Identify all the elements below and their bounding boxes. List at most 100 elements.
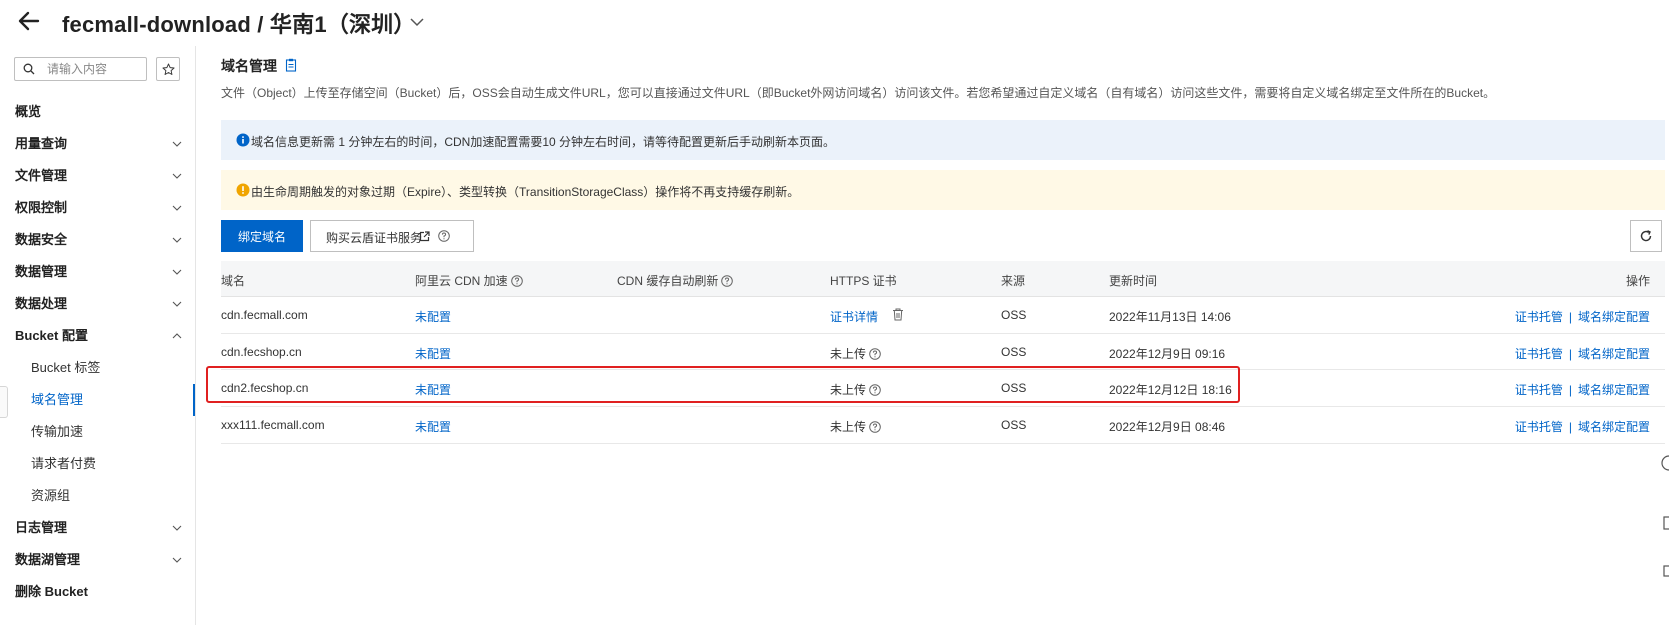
chevron-down-icon xyxy=(172,525,182,531)
sidebar-item[interactable]: 删除 Bucket xyxy=(0,576,195,608)
sidebar-item-label: 数据管理 xyxy=(15,264,68,279)
actions-cell: 证书托管 | 域名绑定配置 xyxy=(1515,308,1650,325)
action-separator: | xyxy=(1568,310,1572,324)
help-icon[interactable] xyxy=(869,421,881,433)
refresh-button[interactable] xyxy=(1630,220,1662,252)
warning-icon xyxy=(236,183,250,197)
sidebar-item[interactable]: 用量查询 xyxy=(0,128,195,160)
sidebar-item[interactable]: 数据管理 xyxy=(0,256,195,288)
sidebar-item-label: 数据湖管理 xyxy=(15,552,81,567)
bind-domain-button[interactable]: 绑定域名 xyxy=(221,220,303,252)
domain-cell: cdn.fecshop.cn xyxy=(221,344,302,359)
table-row: xxx111.fecmall.com 未配置 未上传 OSS 2022年12月9日 08… xyxy=(221,407,1665,444)
search-input[interactable] xyxy=(47,60,142,78)
sidebar-item[interactable]: 数据湖管理 xyxy=(0,544,195,576)
help-icon[interactable] xyxy=(869,384,881,397)
search-box[interactable] xyxy=(14,57,147,81)
sidebar-item[interactable]: Bucket 标签 xyxy=(0,352,195,384)
source-cell: OSS xyxy=(1001,418,1027,433)
sidebar-item[interactable]: 数据安全 xyxy=(0,224,195,256)
help-icon[interactable] xyxy=(869,347,881,360)
cert-hosting-link[interactable]: 证书托管 xyxy=(1515,420,1563,434)
cdn-config-link[interactable]: 未配置 xyxy=(415,381,451,398)
help-icon[interactable] xyxy=(721,275,734,287)
favorite-button[interactable] xyxy=(156,57,180,81)
warning-alert: 由生命周期触发的对象过期（Expire）、类型转换（TransitionStor… xyxy=(221,170,1665,210)
star-icon xyxy=(161,62,175,75)
sidebar-item[interactable]: 文件管理 xyxy=(0,160,195,192)
page-title: 域名管理 xyxy=(221,58,277,74)
updated-time-cell: 2022年12月9日 09:16 xyxy=(1109,346,1226,361)
table-row: cdn2.fecshop.cn 未配置 未上传 OSS 2022年12月12日 18:1… xyxy=(221,370,1665,408)
info-alert: 域名信息更新需 1 分钟左右的时间，CDN加速配置需要10 分钟左右时间，请等待… xyxy=(221,120,1665,160)
domain-binding-config-link[interactable]: 域名绑定配置 xyxy=(1578,383,1650,397)
actions-cell: 证书托管 | 域名绑定配置 xyxy=(1515,345,1650,362)
sidebar-item[interactable]: 资源组 xyxy=(0,480,195,512)
chevron-down-icon xyxy=(172,173,182,179)
domain-binding-config-link[interactable]: 域名绑定配置 xyxy=(1578,420,1650,434)
sidebar: 概览用量查询文件管理权限控制数据安全数据管理数据处理 Bucket 配置 Bucke… xyxy=(0,46,196,625)
updated-time-cell: 2022年11月13日 14:06 xyxy=(1109,310,1231,324)
float-widget-icon[interactable] xyxy=(1657,455,1669,471)
https-cell: 未上传 xyxy=(830,345,881,362)
float-widget-icon[interactable] xyxy=(1657,515,1669,531)
https-status: 未上传 xyxy=(830,346,867,361)
cdn-config-link[interactable]: 未配置 xyxy=(415,345,451,362)
sidebar-item-label: 数据处理 xyxy=(15,296,68,311)
table-row: cdn.fecshop.cn 未配置 未上传 OSS 2022年12月9日 09:16 证… xyxy=(221,334,1665,371)
table-header: 域名 阿里云 CDN 加速 CDN 缓存自动刷新 HTTPS 证书 来源 更新时… xyxy=(221,261,1665,297)
sidebar-item[interactable]: 数据处理 xyxy=(0,288,195,320)
back-arrow-icon[interactable] xyxy=(16,8,42,34)
sidebar-item[interactable]: Bucket 配置 xyxy=(0,320,195,352)
source-cell: OSS xyxy=(1001,308,1027,322)
https-cell: 未上传 xyxy=(830,418,881,435)
trash-icon[interactable] xyxy=(892,308,904,321)
sidebar-item[interactable]: 传输加速 xyxy=(0,416,195,448)
chevron-down-icon[interactable] xyxy=(409,14,425,30)
source-cell: OSS xyxy=(1001,344,1027,359)
domain-cell: cdn2.fecshop.cn xyxy=(221,381,309,396)
source-cell: OSS xyxy=(1001,381,1027,396)
external-link-icon xyxy=(419,231,430,242)
help-icon[interactable] xyxy=(510,275,523,287)
buy-cert-button[interactable]: 购买云盾证书服务 xyxy=(310,220,474,252)
updated-time-cell: 2022年12月9日 08:46 xyxy=(1109,420,1226,435)
table-row: cdn.fecmall.com 未配置 证书详情 OSS 2022年11月13日 14:… xyxy=(221,297,1665,334)
domain-binding-config-link[interactable]: 域名绑定配置 xyxy=(1578,310,1650,324)
search-icon xyxy=(23,63,35,75)
sidebar-item-label: 删除 Bucket xyxy=(15,584,88,599)
sidebar-item[interactable]: 日志管理 xyxy=(0,512,195,544)
col-cdn-refresh-label: CDN 缓存自动刷新 xyxy=(617,274,719,288)
domain-table: 域名 阿里云 CDN 加速 CDN 缓存自动刷新 HTTPS 证书 来源 更新时… xyxy=(221,261,1665,444)
https-cell: 证书详情 xyxy=(830,308,878,325)
action-separator: | xyxy=(1568,383,1572,398)
info-alert-text: 域名信息更新需 1 分钟左右的时间，CDN加速配置需要10 分钟左右时间，请等待… xyxy=(251,135,836,149)
cert-hosting-link[interactable]: 证书托管 xyxy=(1515,347,1563,361)
chevron-down-icon xyxy=(172,557,182,563)
sidebar-item[interactable]: 权限控制 xyxy=(0,192,195,224)
domain-binding-config-link[interactable]: 域名绑定配置 xyxy=(1578,347,1650,361)
float-widget-icon[interactable] xyxy=(1657,563,1669,579)
action-separator: | xyxy=(1568,420,1572,435)
col-actions: 操作 xyxy=(1625,274,1650,288)
col-cdn-refresh: CDN 缓存自动刷新 xyxy=(617,272,734,289)
cert-hosting-link[interactable]: 证书托管 xyxy=(1515,310,1563,324)
sidebar-item[interactable]: 域名管理 xyxy=(0,384,195,416)
chevron-up-icon xyxy=(172,333,182,339)
chevron-down-icon xyxy=(172,205,182,211)
action-separator: | xyxy=(1568,346,1572,361)
sidebar-collapse-handle[interactable] xyxy=(0,386,8,418)
chevron-down-icon xyxy=(172,269,182,275)
document-icon[interactable] xyxy=(285,58,297,72)
sidebar-item-label: 用量查询 xyxy=(15,136,68,151)
sidebar-item[interactable]: 概览 xyxy=(0,96,195,128)
page-header: fecmall-download / 华南1（深圳） xyxy=(0,0,1669,46)
help-icon xyxy=(438,230,450,242)
cert-hosting-link[interactable]: 证书托管 xyxy=(1515,383,1563,397)
cdn-config-link[interactable]: 未配置 xyxy=(415,308,451,325)
col-updated: 更新时间 xyxy=(1109,274,1158,288)
cert-details-link[interactable]: 证书详情 xyxy=(830,310,878,324)
sidebar-item[interactable]: 请求者付费 xyxy=(0,448,195,480)
https-status: 未上传 xyxy=(830,420,867,435)
cdn-config-link[interactable]: 未配置 xyxy=(415,418,451,435)
